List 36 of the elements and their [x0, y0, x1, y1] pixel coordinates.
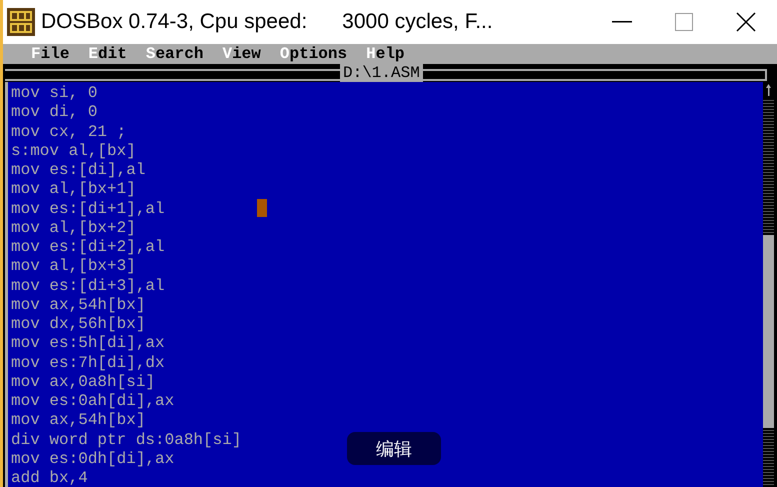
- mouse-cursor: [257, 199, 267, 217]
- scroll-bar[interactable]: [763, 82, 774, 487]
- menu-item[interactable]: Help: [366, 45, 405, 63]
- code-line: mov si, 0: [11, 84, 98, 104]
- code-line: mov cx, 21 ;: [11, 122, 126, 142]
- code-line: mov ax,54h[bx]: [11, 296, 146, 315]
- maximize-icon[interactable]: [675, 13, 693, 31]
- code-line: mov es:0ah[di],ax: [11, 392, 174, 412]
- scroll-up-icon[interactable]: [763, 82, 774, 98]
- code-line: mov es:[di+2],al: [11, 238, 165, 258]
- code-line: mov al,[bx+1]: [11, 180, 136, 200]
- code-line: mov ax,0a8h[si]: [11, 372, 156, 392]
- window-title: DOSBox 0.74-3, Cpu speed: 3000 cycles, F...: [41, 10, 494, 34]
- code-line: mov al,[bx+2]: [11, 218, 136, 238]
- menu-item[interactable]: Edit: [88, 45, 127, 63]
- code-line: mov es:0dh[di],ax: [11, 450, 174, 469]
- app-logo-icon: [7, 8, 35, 36]
- edit-button[interactable]: 编辑: [347, 432, 441, 465]
- code-line: mov es:5h[di],ax: [11, 334, 165, 354]
- menu-item[interactable]: File: [31, 45, 70, 63]
- code-line: mov al,[bx+3]: [11, 257, 136, 276]
- menu-item[interactable]: Options: [280, 45, 348, 63]
- code-line: div word ptr ds:0a8h[si]: [11, 430, 242, 450]
- code-line: mov dx,56h[bx]: [11, 315, 146, 334]
- close-icon[interactable]: [736, 12, 756, 32]
- code-line: add bx,4: [11, 469, 88, 487]
- code-line: s:mov al,[bx]: [11, 142, 136, 161]
- code-line: mov di, 0: [11, 103, 98, 122]
- code-line: mov es:7h[di],dx: [11, 354, 165, 373]
- menu-item[interactable]: View: [222, 45, 261, 63]
- menu-item[interactable]: Search: [146, 45, 204, 63]
- minimize-icon[interactable]: [612, 21, 632, 23]
- code-line: mov ax,54h[bx]: [11, 411, 146, 430]
- code-line: mov es:[di+1],al: [11, 200, 165, 219]
- code-line: mov es:[di],al: [11, 161, 146, 180]
- code-line: mov es:[di+3],al: [11, 276, 165, 296]
